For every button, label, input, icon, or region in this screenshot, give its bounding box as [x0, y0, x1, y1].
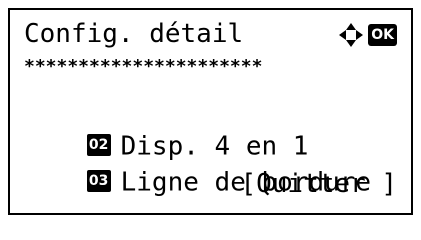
quit-softkey[interactable]: [Quitter ] — [240, 166, 397, 202]
menu-item-number: 03 — [86, 169, 111, 192]
nav-hint: OK — [338, 22, 397, 48]
screen-title: Config. détail — [24, 19, 244, 49]
menu-item-02[interactable]: 02 Disp. 4 en 1 — [24, 92, 308, 162]
separator-line: ********************** — [24, 58, 263, 76]
lcd-screen: Config. détail OK **********************… — [8, 8, 413, 215]
four-way-arrows-icon — [339, 23, 364, 47]
ok-key-icon: OK — [368, 24, 397, 46]
menu-item-03[interactable]: 03 Ligne de bordure — [24, 128, 371, 198]
